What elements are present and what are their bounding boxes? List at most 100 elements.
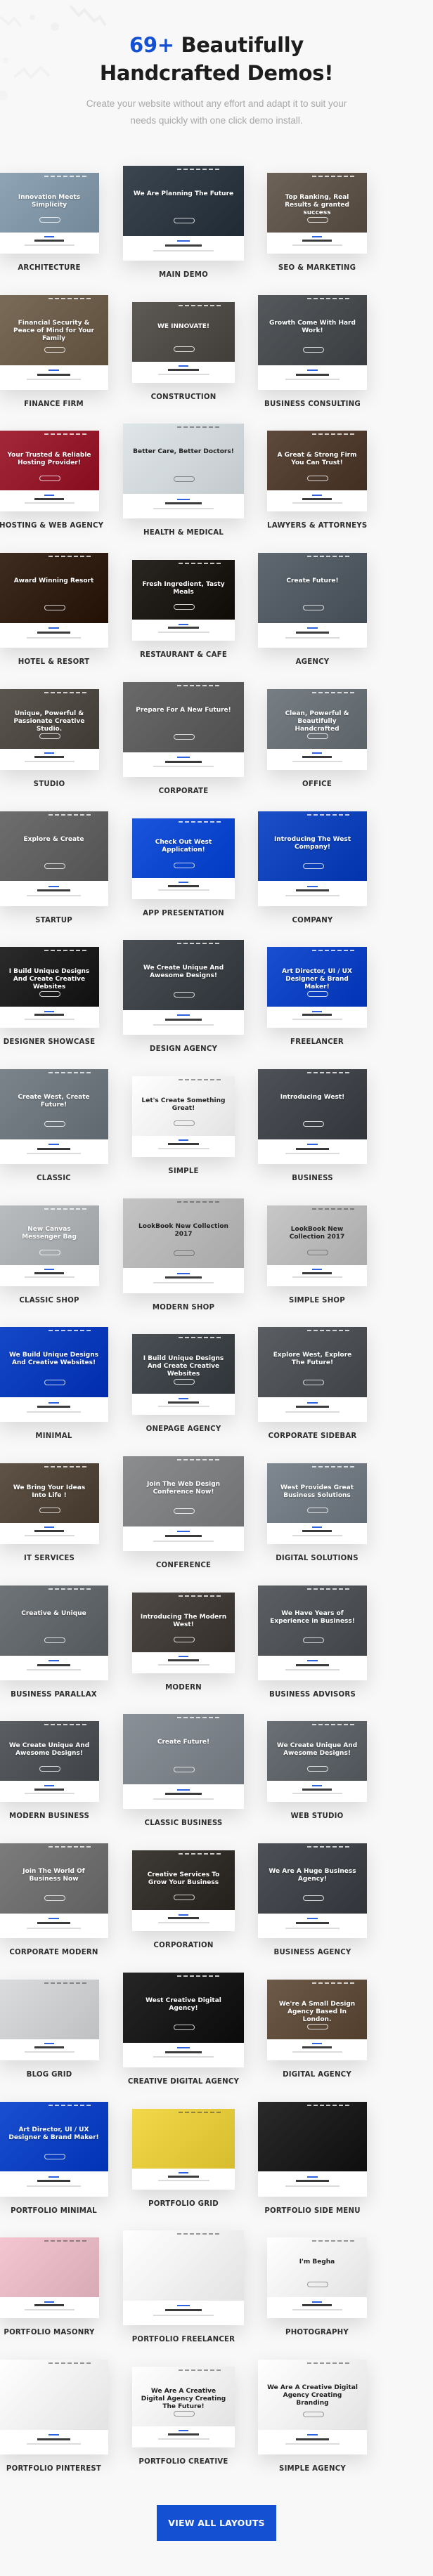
demo-card[interactable]: We Are Planning The Future MAIN DEMO [123,166,244,289]
demo-label[interactable]: PORTFOLIO GRID [132,2200,235,2208]
demo-label[interactable]: CORPORATE MODERN [0,1949,108,1956]
demo-label[interactable]: DESIGNER SHOWCASE [0,1038,99,1046]
view-all-layouts-button[interactable]: VIEW ALL LAYOUTS [157,2505,276,2541]
demo-card[interactable]: I Build Unique Designs And Create Creati… [0,947,99,1056]
demo-card[interactable]: PORTFOLIO GRID [132,2108,235,2218]
demo-label[interactable]: HOSTING & WEB AGENCY [0,522,103,530]
demo-card[interactable]: We're A Small Design Agency Based In Lon… [267,1979,367,2088]
demo-thumbnail[interactable]: Create Future! [258,553,367,648]
demo-thumbnail[interactable]: Art Director, UI / UX Designer & Brand M… [0,2101,108,2197]
demo-label[interactable]: MAIN DEMO [123,271,244,279]
demo-card[interactable]: Explore West, Explore The Future! CORPORA… [258,1327,367,1450]
demo-thumbnail[interactable]: Introducing The West Company! [258,811,367,906]
demo-thumbnail[interactable]: Financial Security & Peace of Mind for Y… [0,294,108,390]
demo-label[interactable]: OFFICE [267,780,367,788]
demo-thumbnail[interactable]: Innovation Meets Simplicity [0,173,99,254]
demo-label[interactable]: RESTAURANT & CAFE [132,651,235,659]
demo-thumbnail[interactable]: Creative & Unique [0,1585,108,1680]
demo-card[interactable]: LookBook New Collection 2017 MODERN SHOP [123,1198,244,1321]
demo-label[interactable]: CORPORATE SIDEBAR [258,1432,367,1440]
demo-card[interactable]: Your Trusted & Reliable Hosting Provider… [0,431,103,540]
demo-card[interactable]: Join The Web Design Conference Now! CONFE… [123,1456,244,1579]
demo-card[interactable]: Creative & Unique BUSINESS PARALLAX [0,1585,108,1708]
demo-card[interactable]: I'm Begha PHOTOGRAPHY [267,2237,367,2346]
demo-card[interactable]: Creative Services To Grow Your Business C… [132,1850,235,1959]
demo-card[interactable]: Let's Create Something Great! SIMPLE [132,1075,235,1185]
demo-thumbnail[interactable]: Introducing The Modern West! [132,1592,235,1673]
demo-card[interactable]: I Build Unique Designs And Create Creati… [132,1334,235,1443]
demo-thumbnail[interactable]: A Great & Strong Firm You Can Trust! [267,431,367,512]
demo-label[interactable]: DIGITAL SOLUTIONS [267,1555,367,1562]
demo-label[interactable]: CORPORATION [132,1942,235,1949]
demo-label[interactable]: BUSINESS AGENCY [258,1949,367,1956]
demo-card[interactable]: WE INNOVATE! CONSTRUCTION [132,301,235,411]
demo-label[interactable]: IT SERVICES [0,1555,99,1562]
demo-thumbnail[interactable]: Prepare For A New Future! [123,681,244,777]
demo-label[interactable]: BUSINESS [258,1175,367,1182]
demo-thumbnail[interactable]: We Build Unique Designs And Creative Web… [0,1327,108,1423]
demo-thumbnail[interactable]: We Are A Creative Digital Agency Creatin… [258,2359,367,2454]
demo-label[interactable]: PORTFOLIO CREATIVE [132,2458,235,2466]
demo-card[interactable]: Growth Come With Hard Work! BUSINESS CONS… [258,294,367,418]
demo-card[interactable]: New Canvas Messenger Bag CLASSIC SHOP [0,1205,99,1314]
demo-label[interactable]: HEALTH & MEDICAL [123,529,244,537]
demo-label[interactable]: STARTUP [0,917,108,924]
demo-card[interactable]: We Are A Creative Digital Agency Creatin… [258,2359,367,2483]
demo-card[interactable]: Introducing The West Company! COMPANY [258,811,367,934]
demo-card[interactable]: West Provides Great Business Solutions DI… [267,1463,367,1572]
demo-label[interactable]: PORTFOLIO MASONRY [0,2329,99,2336]
demo-card[interactable]: LookBook New Collection 2017 SIMPLE SHOP [267,1205,367,1314]
demo-card[interactable]: We Bring Your Ideas Into Life ! IT SERVIC… [0,1463,99,1572]
demo-card[interactable]: Create West, Create Future! CLASSIC [0,1068,108,1192]
demo-label[interactable]: PORTFOLIO FREELANCER [123,2336,244,2343]
demo-card[interactable]: Explore & Create STARTUP [0,811,108,934]
demo-card[interactable]: PORTFOLIO SIDE MENU [258,2101,367,2225]
demo-thumbnail[interactable]: Fresh Ingredient, Tasty Meals [132,560,235,641]
demo-label[interactable]: SIMPLE SHOP [267,1297,367,1305]
demo-thumbnail[interactable]: Award Winning Resort [0,553,108,648]
demo-thumbnail[interactable]: Art Director, UI / UX Designer & Brand M… [267,947,367,1028]
demo-card[interactable]: Introducing The Modern West! MODERN [132,1592,235,1701]
demo-thumbnail[interactable]: We Create Unique And Awesome Designs! [267,1721,367,1803]
demo-thumbnail[interactable]: Top Ranking, Real Results & granted succ… [267,173,367,254]
demo-card[interactable]: A Great & Strong Firm You Can Trust! LAWY… [267,431,367,540]
demo-thumbnail[interactable] [258,2101,367,2197]
demo-thumbnail[interactable]: I Build Unique Designs And Create Creati… [132,1334,235,1416]
demo-label[interactable]: MODERN [132,1684,235,1692]
demo-thumbnail[interactable]: Unique, Powerful & Passionate Creative S… [0,688,99,770]
demo-thumbnail[interactable]: LookBook New Collection 2017 [123,1198,244,1293]
demo-thumbnail[interactable]: We Are Planning The Future [123,166,244,261]
demo-card[interactable]: We Are A Creative Digital Agency Creatin… [132,2366,235,2476]
demo-label[interactable]: FINANCE FIRM [0,400,108,408]
demo-card[interactable]: We Have Years of Experience in Business!… [258,1585,367,1708]
demo-thumbnail[interactable]: We Bring Your Ideas Into Life ! [0,1463,99,1544]
demo-thumbnail[interactable]: We Are A Creative Digital Agency Creatin… [132,2366,235,2447]
demo-thumbnail[interactable]: I'm Begha [267,2237,367,2319]
demo-label[interactable]: MINIMAL [0,1432,108,1440]
demo-card[interactable]: Prepare For A New Future! CORPORATE [123,681,244,805]
demo-thumbnail[interactable]: New Canvas Messenger Bag [0,1205,99,1286]
demo-label[interactable]: WEB STUDIO [267,1812,367,1820]
demo-thumbnail[interactable]: WE INNOVATE! [132,301,235,383]
demo-thumbnail[interactable]: Join The Web Design Conference Now! [123,1456,244,1551]
demo-label[interactable]: CONFERENCE [123,1562,244,1569]
demo-label[interactable]: PORTFOLIO SIDE MENU [258,2207,367,2215]
demo-thumbnail[interactable]: Your Trusted & Reliable Hosting Provider… [0,431,99,512]
demo-thumbnail[interactable]: Create Future! [123,1714,244,1810]
demo-label[interactable]: CONSTRUCTION [132,393,235,401]
demo-label[interactable]: FREELANCER [267,1038,367,1046]
demo-card[interactable]: Create Future! AGENCY [258,553,367,676]
demo-thumbnail[interactable]: Explore & Create [0,811,108,906]
demo-label[interactable]: SEO & MARKETING [267,264,367,272]
demo-card[interactable]: Better Care, Better Doctors! HEALTH & MED… [123,424,244,547]
demo-card[interactable]: Top Ranking, Real Results & granted succ… [267,173,367,282]
demo-thumbnail[interactable]: We Create Unique And Awesome Designs! [0,1721,99,1803]
demo-thumbnail[interactable]: We Create Unique And Awesome Designs! [123,940,244,1035]
demo-thumbnail[interactable]: Better Care, Better Doctors! [123,424,244,519]
demo-card[interactable]: Art Director, UI / UX Designer & Brand M… [267,947,367,1056]
demo-label[interactable]: DIGITAL AGENCY [267,2071,367,2079]
demo-card[interactable]: We Create Unique And Awesome Designs! DES… [123,940,244,1063]
demo-thumbnail[interactable]: I Build Unique Designs And Create Creati… [0,947,99,1028]
demo-thumbnail[interactable]: Introducing West! [258,1068,367,1164]
demo-label[interactable]: LAWYERS & ATTORNEYS [267,522,367,530]
